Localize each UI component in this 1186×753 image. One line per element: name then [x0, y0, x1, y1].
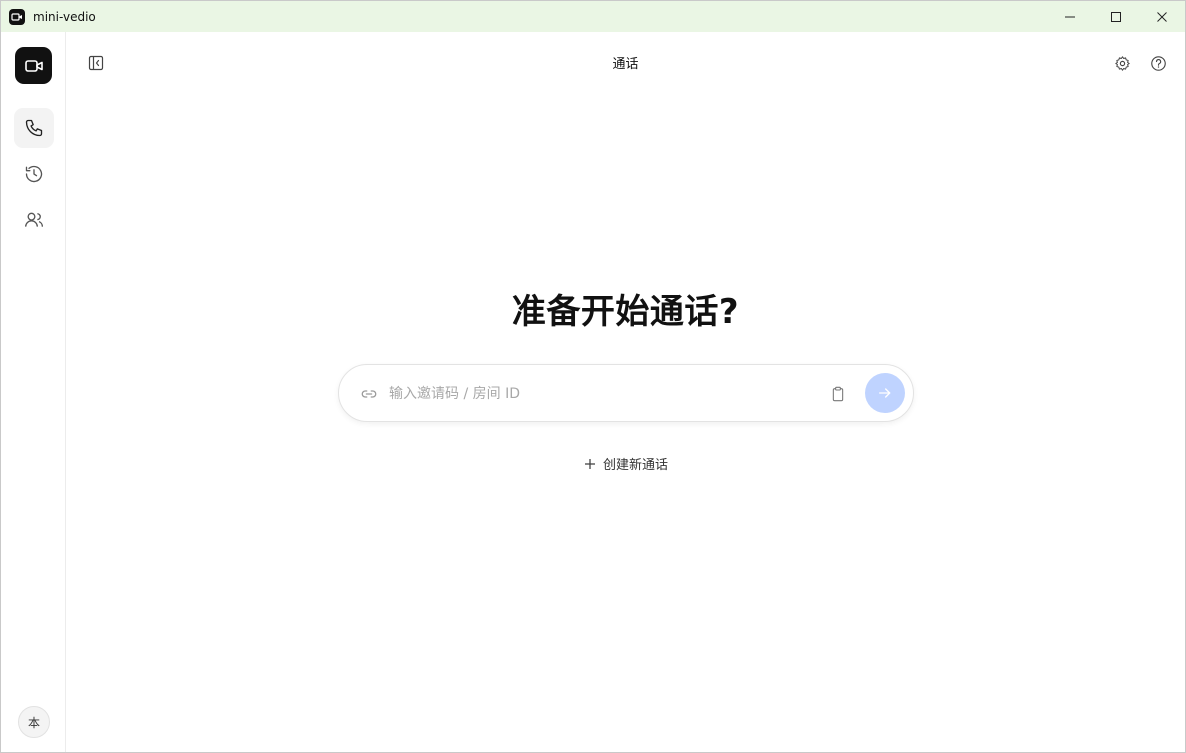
paste-button[interactable] [827, 383, 849, 405]
main-content: 通话 准备开始通话? 创建新通话 [66, 32, 1185, 752]
users-icon [25, 212, 43, 227]
phone-icon [25, 119, 43, 137]
title-bar: mini-vedio [1, 1, 1185, 32]
video-camera-icon [9, 8, 25, 25]
maximize-button[interactable] [1093, 1, 1139, 32]
invite-code-input[interactable] [389, 382, 809, 406]
plus-icon [583, 457, 597, 471]
page-title: 通话 [612, 57, 639, 72]
avatar[interactable]: 本 [18, 706, 50, 738]
close-icon [1157, 11, 1167, 22]
app-window: mini-vedio 本 通话 准备开始通话? 输入邀请码 / 房间 ID 创建… [0, 0, 1186, 753]
window-title: mini-vedio [33, 9, 96, 24]
sidebar-item-history[interactable] [14, 154, 54, 194]
settings-button[interactable] [1110, 51, 1134, 75]
minimize-icon [1065, 16, 1075, 17]
sidebar-item-phone[interactable] [14, 108, 54, 148]
gear-icon [1114, 55, 1130, 71]
window-controls [1047, 1, 1185, 32]
help-button[interactable] [1146, 51, 1170, 75]
sidebar-item-contacts[interactable] [14, 200, 54, 240]
minimize-button[interactable] [1047, 1, 1093, 32]
close-button[interactable] [1139, 1, 1185, 32]
headline: 准备开始通话? [511, 292, 740, 332]
help-icon [1150, 55, 1166, 71]
clipboard-icon [832, 386, 844, 402]
maximize-icon [1111, 11, 1121, 22]
sidebar: 本 [1, 32, 66, 752]
create-call-button[interactable]: 创建新通话 [66, 454, 1185, 473]
app-logo [15, 47, 52, 84]
history-icon [25, 165, 43, 183]
invite-code-box [338, 364, 914, 422]
video-camera-icon [24, 59, 43, 72]
arrow-right-icon [879, 388, 891, 398]
join-call-button[interactable] [865, 373, 905, 413]
create-call-label: 创建新通话 [602, 458, 668, 473]
link-icon [359, 384, 379, 404]
